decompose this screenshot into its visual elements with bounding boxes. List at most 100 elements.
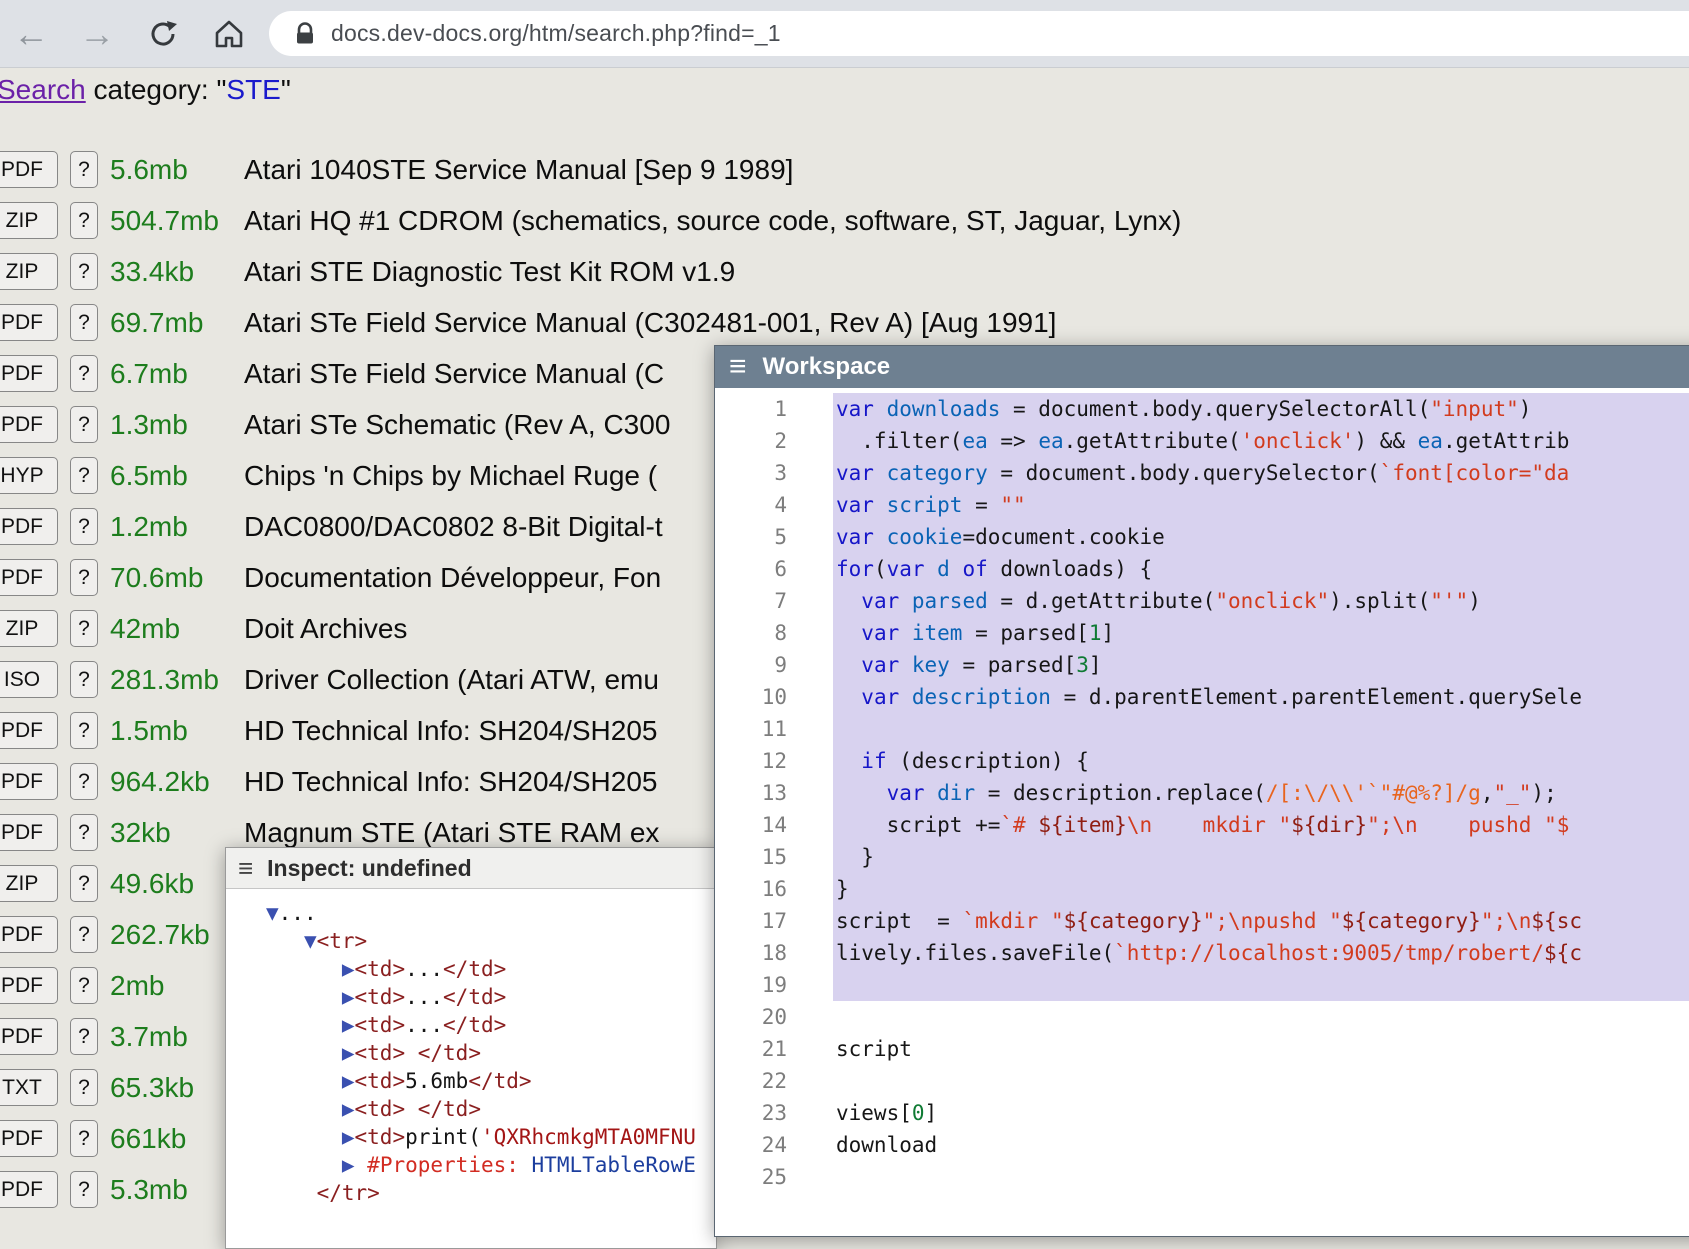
code-text[interactable]: script +=`# ${item}\n mkdir "${dir}";\n … xyxy=(833,809,1689,841)
disclosure-triangle-icon[interactable]: ▶ xyxy=(342,1125,355,1149)
window-menu-icon[interactable]: ≡ xyxy=(729,352,747,382)
help-button[interactable]: ? xyxy=(70,304,98,341)
disclosure-triangle-icon[interactable]: ▶ xyxy=(342,1041,355,1065)
disclosure-triangle-icon[interactable]: ▶ xyxy=(342,1153,355,1177)
tree-row[interactable]: ▶<td> </td> xyxy=(266,1039,716,1067)
code-text[interactable]: var parsed = d.getAttribute("onclick").s… xyxy=(833,585,1689,617)
workspace-titlebar[interactable]: ≡ Workspace xyxy=(715,346,1689,388)
code-text[interactable]: .filter(ea => ea.getAttribute('onclick')… xyxy=(833,425,1689,457)
code-text[interactable]: lively.files.saveFile(`http://localhost:… xyxy=(833,937,1689,969)
code-text[interactable]: download xyxy=(833,1129,1689,1161)
code-text[interactable]: var cookie=document.cookie xyxy=(833,521,1689,553)
file-type-button[interactable]: PDF xyxy=(0,151,58,188)
file-type-button[interactable]: PDF xyxy=(0,1120,58,1157)
code-text[interactable] xyxy=(833,1161,1689,1193)
tree-row[interactable]: ▼... xyxy=(266,899,716,927)
disclosure-triangle-icon[interactable]: ▶ xyxy=(342,1097,355,1121)
help-button[interactable]: ? xyxy=(70,355,98,392)
help-button[interactable]: ? xyxy=(70,763,98,800)
code-text[interactable]: } xyxy=(833,873,1689,905)
file-type-button[interactable]: ZIP xyxy=(0,610,58,647)
tree-row[interactable]: ▶<td> </td> xyxy=(266,1095,716,1123)
file-type-button[interactable]: PDF xyxy=(0,355,58,392)
help-button[interactable]: ? xyxy=(70,559,98,596)
help-button[interactable]: ? xyxy=(70,253,98,290)
help-button[interactable]: ? xyxy=(70,712,98,749)
gutter-spacer xyxy=(787,1097,833,1129)
reload-button[interactable] xyxy=(142,13,184,55)
inspect-titlebar[interactable]: ≡ Inspect: undefined xyxy=(226,848,716,889)
help-button[interactable]: ? xyxy=(70,202,98,239)
file-type-button[interactable]: PDF xyxy=(0,559,58,596)
code-text[interactable] xyxy=(833,1065,1689,1097)
code-text[interactable]: views[0] xyxy=(833,1097,1689,1129)
file-type-button[interactable]: PDF xyxy=(0,304,58,341)
tree-row[interactable]: ▶<td>...</td> xyxy=(266,983,716,1011)
file-type-button[interactable]: PDF xyxy=(0,967,58,1004)
file-type-button[interactable]: ZIP xyxy=(0,253,58,290)
file-type-button[interactable]: TXT xyxy=(0,1069,58,1106)
code-text[interactable]: var downloads = document.body.querySelec… xyxy=(833,393,1689,425)
disclosure-triangle-icon[interactable]: ▼ xyxy=(266,901,279,925)
code-text[interactable]: var category = document.body.querySelect… xyxy=(833,457,1689,489)
code-text[interactable]: var description = d.parentElement.parent… xyxy=(833,681,1689,713)
home-button[interactable] xyxy=(208,13,250,55)
disclosure-triangle-icon[interactable]: ▶ xyxy=(342,1069,355,1093)
help-button[interactable]: ? xyxy=(70,151,98,188)
code-editor[interactable]: 1var downloads = document.body.querySele… xyxy=(715,388,1689,1236)
help-button[interactable]: ? xyxy=(70,508,98,545)
forward-button[interactable]: → xyxy=(76,13,118,55)
tree-row[interactable]: ▶<td>...</td> xyxy=(266,1011,716,1039)
file-type-button[interactable]: PDF xyxy=(0,814,58,851)
code-text[interactable] xyxy=(833,1001,1689,1033)
help-button[interactable]: ? xyxy=(70,661,98,698)
file-type-button[interactable]: HYP xyxy=(0,457,58,494)
help-button[interactable]: ? xyxy=(70,814,98,851)
file-type-button[interactable]: PDF xyxy=(0,406,58,443)
tree-row[interactable]: ▶<td>5.6mb</td> xyxy=(266,1067,716,1095)
code-text[interactable]: var script = "" xyxy=(833,489,1689,521)
file-type-button[interactable]: PDF xyxy=(0,508,58,545)
file-type-button[interactable]: ZIP xyxy=(0,865,58,902)
help-button[interactable]: ? xyxy=(70,610,98,647)
disclosure-triangle-icon[interactable]: ▶ xyxy=(342,1013,355,1037)
file-type-button[interactable]: PDF xyxy=(0,712,58,749)
tree-row[interactable]: ▶ #Properties: HTMLTableRowE xyxy=(266,1151,716,1179)
code-text[interactable]: script = `mkdir "${category}";\npushd "$… xyxy=(833,905,1689,937)
code-text[interactable]: var dir = description.replace(/[:\/\\'`"… xyxy=(833,777,1689,809)
file-type-button[interactable]: PDF xyxy=(0,1018,58,1055)
address-bar[interactable]: docs.dev-docs.org/htm/search.php?find=_1 xyxy=(269,11,1689,56)
tree-row[interactable]: </tr> xyxy=(266,1179,716,1207)
tree-row[interactable]: ▼<tr> xyxy=(266,927,716,955)
help-button[interactable]: ? xyxy=(70,1120,98,1157)
line-number: 3 xyxy=(715,457,787,489)
window-menu-icon[interactable]: ≡ xyxy=(238,855,253,881)
tree-row[interactable]: ▶<td>print('QXRhcmkgMTA0MFNU xyxy=(266,1123,716,1151)
help-button[interactable]: ? xyxy=(70,865,98,902)
help-button[interactable]: ? xyxy=(70,916,98,953)
code-text[interactable]: var item = parsed[1] xyxy=(833,617,1689,649)
disclosure-triangle-icon[interactable]: ▶ xyxy=(342,957,355,981)
file-type-button[interactable]: PDF xyxy=(0,763,58,800)
search-link[interactable]: Search xyxy=(0,74,86,105)
help-button[interactable]: ? xyxy=(70,967,98,1004)
code-text[interactable]: } xyxy=(833,841,1689,873)
code-text[interactable]: for(var d of downloads) { xyxy=(833,553,1689,585)
file-type-button[interactable]: ISO xyxy=(0,661,58,698)
code-text[interactable]: if (description) { xyxy=(833,745,1689,777)
code-text[interactable]: var key = parsed[3] xyxy=(833,649,1689,681)
help-button[interactable]: ? xyxy=(70,1069,98,1106)
help-button[interactable]: ? xyxy=(70,1018,98,1055)
code-text[interactable] xyxy=(833,713,1689,745)
file-type-button[interactable]: PDF xyxy=(0,916,58,953)
tree-row[interactable]: ▶<td>...</td> xyxy=(266,955,716,983)
back-button[interactable]: ← xyxy=(10,13,52,55)
code-text[interactable] xyxy=(833,969,1689,1001)
lock-icon[interactable] xyxy=(295,22,315,46)
code-text[interactable]: script xyxy=(833,1033,1689,1065)
help-button[interactable]: ? xyxy=(70,406,98,443)
disclosure-triangle-icon[interactable]: ▼ xyxy=(304,929,317,953)
help-button[interactable]: ? xyxy=(70,457,98,494)
disclosure-triangle-icon[interactable]: ▶ xyxy=(342,985,355,1009)
file-type-button[interactable]: ZIP xyxy=(0,202,58,239)
